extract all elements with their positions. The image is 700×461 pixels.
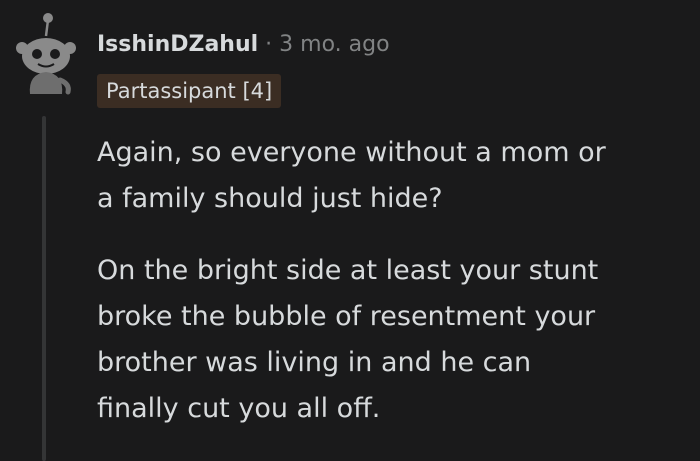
comment-body: Again, so everyone without a mom or a fa… bbox=[97, 130, 687, 458]
meta-separator: · bbox=[265, 31, 273, 57]
comment-timestamp[interactable]: 3 mo. ago bbox=[279, 32, 389, 57]
user-flair: Partassipant [4] bbox=[97, 74, 282, 108]
thread-collapse-line[interactable] bbox=[42, 116, 46, 461]
author-username[interactable]: IsshinDZahul bbox=[97, 32, 258, 57]
comment-paragraph: On the bright side at least your stunt b… bbox=[97, 255, 599, 424]
snoo-avatar-icon[interactable] bbox=[10, 12, 82, 102]
comment-header: IsshinDZahul · 3 mo. ago bbox=[97, 26, 390, 62]
comment: IsshinDZahul · 3 mo. ago Partassipant [4… bbox=[0, 0, 700, 461]
comment-paragraph: Again, so everyone without a mom or a fa… bbox=[97, 137, 606, 214]
